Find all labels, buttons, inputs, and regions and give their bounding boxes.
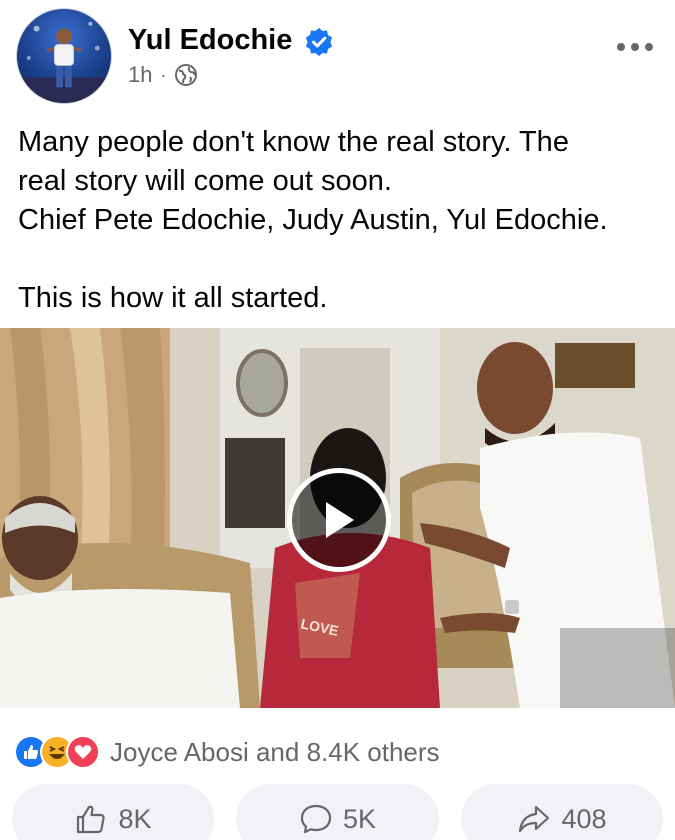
like-count: 8K — [118, 803, 152, 834]
post-text: Many people don't know the real story. T… — [18, 123, 663, 318]
globe-icon — [175, 64, 198, 86]
love-icon — [66, 735, 100, 769]
post-time[interactable]: 1h — [128, 62, 152, 88]
post-text-line: Chief Pete Edochie, Judy Austin, Yul Edo… — [18, 204, 608, 236]
play-button[interactable] — [287, 468, 391, 572]
reaction-icons — [14, 735, 100, 769]
avatar[interactable] — [16, 8, 112, 104]
comment-button[interactable]: 5K — [236, 784, 439, 840]
thumbs-up-icon — [77, 805, 106, 834]
post-text-line: This is how it all started. — [18, 282, 328, 314]
post-meta: 1h · — [128, 60, 198, 90]
play-icon — [326, 502, 354, 538]
author-name[interactable]: Yul Edochie — [128, 22, 292, 58]
share-arrow-icon — [519, 805, 550, 833]
post-text-blank-line — [18, 240, 663, 279]
reactions-text: Joyce Abosi and 8.4K others — [110, 736, 440, 767]
post-text-line: real story will come out soon. — [18, 165, 392, 197]
action-bar: 8K 5K 408 — [0, 784, 675, 840]
post-header: Yul Edochie 1h · — [0, 0, 675, 110]
reactions-summary[interactable]: Joyce Abosi and 8.4K others — [14, 732, 440, 772]
post-text-line: Many people don't know the real story. T… — [18, 126, 569, 158]
more-dots-icon — [617, 43, 653, 51]
comment-count: 5K — [342, 803, 377, 834]
comment-icon — [300, 804, 332, 834]
share-count: 408 — [561, 803, 607, 834]
meta-separator: · — [160, 64, 167, 85]
share-button[interactable]: 408 — [461, 784, 663, 840]
like-button[interactable]: 8K — [12, 784, 214, 840]
avatar-image — [17, 21, 111, 103]
more-options-button[interactable] — [612, 30, 658, 64]
verified-badge-icon — [306, 28, 332, 56]
